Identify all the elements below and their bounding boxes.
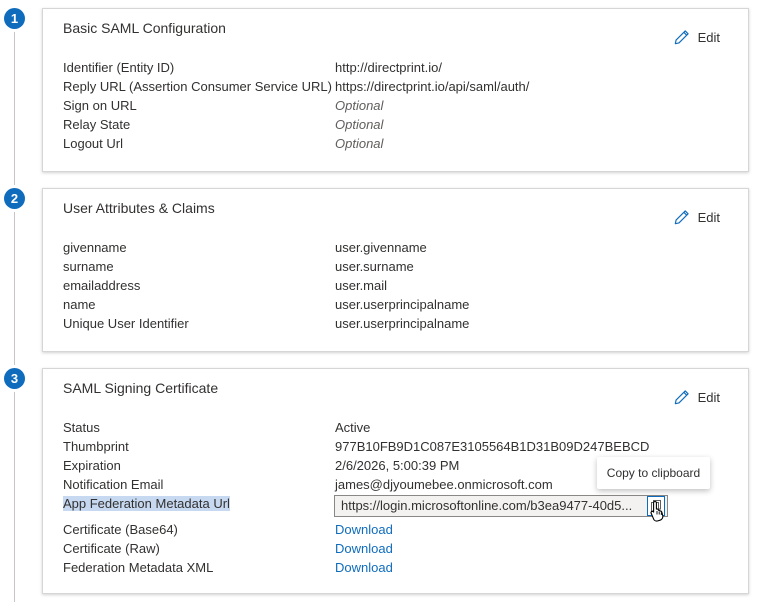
download-raw-link[interactable]: Download (335, 541, 393, 557)
pencil-icon (674, 30, 689, 45)
row-label: Sign on URL (63, 98, 137, 113)
edit-label: Edit (697, 30, 720, 45)
row-value: Optional (335, 136, 384, 151)
row-label: Logout Url (63, 136, 123, 151)
row-value: user.surname (335, 259, 414, 274)
row-value: Optional (335, 117, 384, 132)
metadata-url-field[interactable]: https://login.microsoftonline.com/b3ea94… (334, 495, 668, 517)
row-label: Identifier (Entity ID) (63, 60, 175, 75)
row-label: Status (63, 420, 100, 435)
row-label: emailaddress (63, 278, 141, 293)
row-label: surname (63, 259, 114, 274)
row-label: App Federation Metadata Url (63, 496, 230, 512)
step-badge-3: 3 (4, 368, 25, 389)
edit-label: Edit (697, 210, 720, 225)
row-label: Unique User Identifier (63, 316, 189, 331)
row-label: Reply URL (Assertion Consumer Service UR… (63, 79, 332, 94)
step-badge-1: 1 (4, 8, 25, 29)
edit-attributes-button[interactable]: Edit (673, 209, 720, 226)
basic-saml-configuration-card: Basic SAML Configuration Edit Identifier… (42, 8, 749, 172)
hand-pointer-icon (650, 500, 664, 522)
row-value: user.userprincipalname (335, 297, 470, 312)
download-base64-link[interactable]: Download (335, 522, 393, 538)
section-title: User Attributes & Claims (63, 200, 215, 216)
step-badge-2: 2 (4, 188, 25, 209)
selected-label-text: App Federation Metadata Url (63, 496, 230, 511)
row-value: http://directprint.io/ (335, 60, 442, 75)
download-metadata-xml-link[interactable]: Download (335, 560, 393, 576)
row-value: user.mail (335, 278, 388, 293)
edit-label: Edit (697, 390, 720, 405)
row-value: user.givenname (335, 240, 427, 255)
row-value: Active (335, 420, 371, 435)
row-value: Optional (335, 98, 384, 113)
step-rail (14, 20, 15, 602)
row-value: user.userprincipalname (335, 316, 470, 331)
row-label: givenname (63, 240, 127, 255)
row-label: Certificate (Base64) (63, 522, 178, 537)
pencil-icon (674, 210, 689, 225)
row-value: 977B10FB9D1C087E3105564B1D31B09D247BEBCD (335, 439, 650, 454)
row-label: Thumbprint (63, 439, 129, 454)
row-value: https://directprint.io/api/saml/auth/ (335, 79, 530, 94)
user-attributes-claims-card: User Attributes & Claims Edit givenname … (42, 188, 749, 352)
pencil-icon (674, 390, 689, 405)
row-value: 2/6/2026, 5:00:39 PM (335, 458, 460, 473)
edit-certificate-button[interactable]: Edit (673, 389, 720, 406)
section-title: SAML Signing Certificate (63, 380, 219, 396)
row-label: name (63, 297, 96, 312)
row-label: Relay State (63, 117, 131, 132)
section-title: Basic SAML Configuration (63, 20, 226, 36)
row-label: Notification Email (63, 477, 164, 492)
copy-tooltip: Copy to clipboard (597, 457, 710, 489)
row-value: james@djyoumebee.onmicrosoft.com (335, 477, 553, 492)
row-label: Expiration (63, 458, 121, 473)
row-label: Certificate (Raw) (63, 541, 160, 556)
row-label: Federation Metadata XML (63, 560, 214, 575)
edit-basic-saml-button[interactable]: Edit (673, 29, 720, 46)
